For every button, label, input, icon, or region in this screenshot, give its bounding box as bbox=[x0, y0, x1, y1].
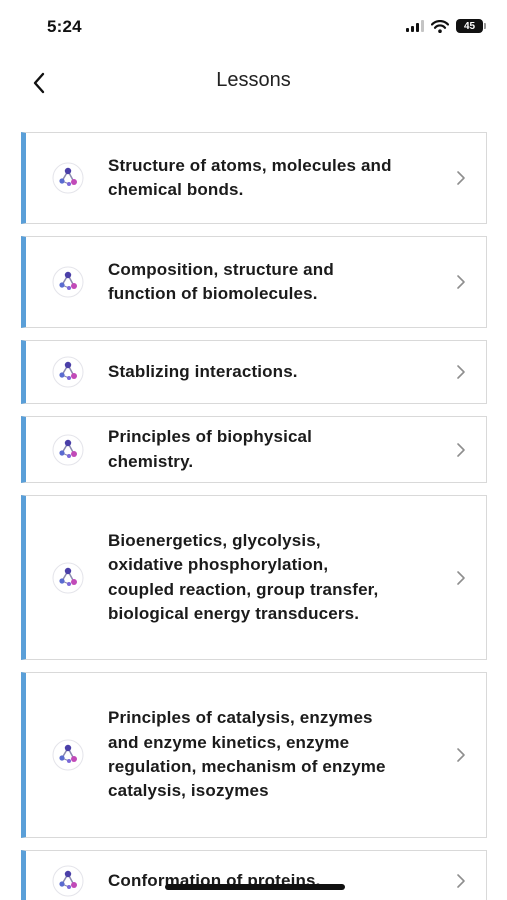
lesson-list: Structure of atoms, molecules and chemic… bbox=[21, 132, 487, 900]
cellular-signal-icon bbox=[406, 20, 424, 32]
chevron-right-icon bbox=[457, 748, 465, 762]
lesson-title: Principles of catalysis, enzymes and enz… bbox=[108, 708, 386, 801]
lesson-item[interactable]: Principles of catalysis, enzymes and enz… bbox=[21, 672, 487, 838]
status-time: 5:24 bbox=[47, 17, 82, 36]
molecule-icon bbox=[52, 162, 84, 194]
chevron-right-icon bbox=[457, 171, 465, 185]
molecule-icon bbox=[52, 266, 84, 298]
page-title: Lessons bbox=[216, 69, 291, 91]
battery-level: 45 bbox=[463, 20, 476, 32]
status-bar: 5:24 45 bbox=[0, 0, 507, 56]
chevron-right-icon bbox=[457, 874, 465, 888]
status-icons: 45 bbox=[406, 19, 486, 33]
wifi-icon bbox=[431, 19, 449, 33]
molecule-icon bbox=[52, 434, 84, 465]
lesson-item[interactable]: Bioenergetics, glycolysis, oxidative pho… bbox=[21, 495, 487, 660]
molecule-icon bbox=[52, 865, 84, 897]
lesson-title: Structure of atoms, molecules and chemic… bbox=[108, 155, 392, 199]
lesson-item[interactable]: Conformation of proteins. bbox=[21, 850, 487, 900]
lesson-title: Principles of biophysical chemistry. bbox=[108, 427, 313, 471]
nav-bar: Lessons bbox=[0, 56, 507, 108]
lesson-item[interactable]: Stablizing interactions. bbox=[21, 340, 487, 404]
molecule-icon bbox=[52, 562, 84, 593]
battery-icon: 45 bbox=[456, 19, 486, 33]
molecule-icon bbox=[52, 739, 84, 771]
home-indicator[interactable] bbox=[165, 884, 345, 890]
lesson-title: Stablizing interactions. bbox=[108, 361, 298, 381]
lesson-title: Bioenergetics, glycolysis, oxidative pho… bbox=[108, 530, 379, 623]
chevron-right-icon bbox=[457, 570, 465, 585]
molecule-icon bbox=[52, 356, 84, 388]
chevron-right-icon bbox=[457, 275, 465, 289]
lesson-item[interactable]: Principles of biophysical chemistry. bbox=[21, 416, 487, 483]
lesson-title: Composition, structure and function of b… bbox=[108, 259, 334, 303]
lesson-item[interactable]: Composition, structure and function of b… bbox=[21, 236, 487, 328]
chevron-right-icon bbox=[457, 442, 465, 457]
chevron-right-icon bbox=[457, 365, 465, 379]
lesson-item[interactable]: Structure of atoms, molecules and chemic… bbox=[21, 132, 487, 224]
